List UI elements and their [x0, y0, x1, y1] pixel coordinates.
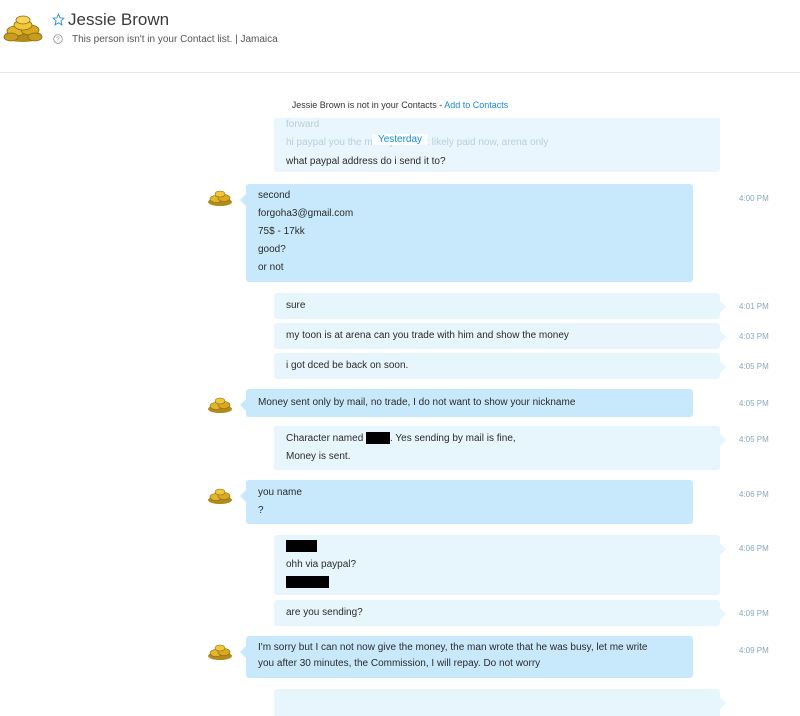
outgoing-message-partial[interactable]: [274, 689, 726, 716]
redacted-block: [366, 432, 391, 445]
message-line: [286, 538, 708, 556]
contact-avatar-small[interactable]: [207, 393, 233, 415]
incoming-message[interactable]: I'm sorry but I can not now give the mon…: [240, 636, 693, 678]
not-in-contacts-notice: Jessie Brown is not in your Contacts - A…: [0, 100, 800, 110]
message-text: what paypal address do i send it to?: [286, 156, 446, 167]
partial-message: forward hi paypal you the money is most …: [274, 118, 720, 172]
message-line: you name: [258, 487, 302, 498]
outgoing-message[interactable]: my toon is at arena can you trade with h…: [274, 323, 726, 349]
message-line[interactable]: forgoha3@gmail.com: [258, 205, 681, 223]
message-line: Money is sent.: [286, 451, 351, 462]
day-divider-label: Yesterday: [371, 134, 429, 145]
favorite-star-icon[interactable]: [52, 13, 65, 26]
add-to-contacts-link[interactable]: Add to Contacts: [444, 100, 508, 110]
contact-avatar-small[interactable]: [207, 640, 233, 662]
message-line: ohh via paypal?: [286, 559, 357, 570]
day-divider: Yesterday: [0, 134, 800, 145]
message-line: second: [258, 190, 291, 201]
message-timestamp: 4:05 PM: [739, 399, 769, 408]
message-timestamp: 4:05 PM: [739, 435, 769, 444]
outgoing-message[interactable]: sure: [274, 293, 726, 319]
incoming-message[interactable]: you name ?: [240, 480, 693, 524]
message-line: I'm sorry but I can not now give the mon…: [258, 642, 648, 653]
message-line: Money sent only by mail, no trade, I do …: [258, 397, 576, 408]
outgoing-message[interactable]: i got dced be back on soon.: [274, 353, 726, 379]
message-line: are you sending?: [286, 607, 363, 618]
message-timestamp: 4:06 PM: [739, 544, 769, 553]
contact-avatar-small[interactable]: [207, 484, 233, 506]
message-timestamp: 4:00 PM: [739, 194, 769, 203]
message-line: good?: [258, 244, 286, 255]
message-line: [286, 574, 708, 592]
notice-text: Jessie Brown is not in your Contacts -: [291, 100, 445, 110]
incoming-message[interactable]: second forgoha3@gmail.com 75$ - 17kk goo…: [240, 184, 693, 282]
svg-text:?: ?: [56, 36, 60, 43]
message-history[interactable]: forward hi paypal you the money is most …: [0, 118, 800, 716]
redacted-block: [286, 540, 317, 553]
message-timestamp: 4:01 PM: [739, 302, 769, 311]
conversation-header: Jessie Brown ? This person isn't in your…: [0, 0, 800, 73]
message-line: or not: [258, 262, 284, 273]
message-line: ?: [258, 505, 264, 516]
contact-status: This person isn't in your Contact list. …: [72, 34, 278, 45]
message-timestamp: 4:03 PM: [739, 332, 769, 341]
faded-text: forward: [286, 119, 320, 130]
message-text: . Yes sending by mail is fine,: [390, 433, 516, 444]
message-line: Character named . Yes sending by mail is…: [286, 430, 708, 448]
outgoing-message[interactable]: Character named . Yes sending by mail is…: [274, 426, 726, 470]
message-line: my toon is at arena can you trade with h…: [286, 330, 569, 341]
message-timestamp: 4:05 PM: [739, 362, 769, 371]
message-timestamp: 4:09 PM: [739, 646, 769, 655]
incoming-message[interactable]: Money sent only by mail, no trade, I do …: [240, 389, 693, 417]
message-line: you after 30 minutes, the Commission, I …: [258, 658, 541, 669]
message-line: i got dced be back on soon.: [286, 360, 409, 371]
message-line: 75$ - 17kk: [258, 226, 305, 237]
question-circle-icon: ?: [53, 34, 63, 44]
message-text: Character named: [286, 433, 367, 444]
contact-name: Jessie Brown: [68, 10, 170, 29]
message-line: sure: [286, 300, 306, 311]
outgoing-message[interactable]: are you sending?: [274, 600, 726, 626]
message-timestamp: 4:09 PM: [739, 609, 769, 618]
contact-avatar-small[interactable]: [207, 186, 233, 208]
contact-avatar[interactable]: [2, 10, 44, 46]
message-timestamp: 4:06 PM: [739, 490, 769, 499]
outgoing-message[interactable]: ohh via paypal?: [274, 535, 726, 595]
redacted-block: [286, 576, 329, 589]
